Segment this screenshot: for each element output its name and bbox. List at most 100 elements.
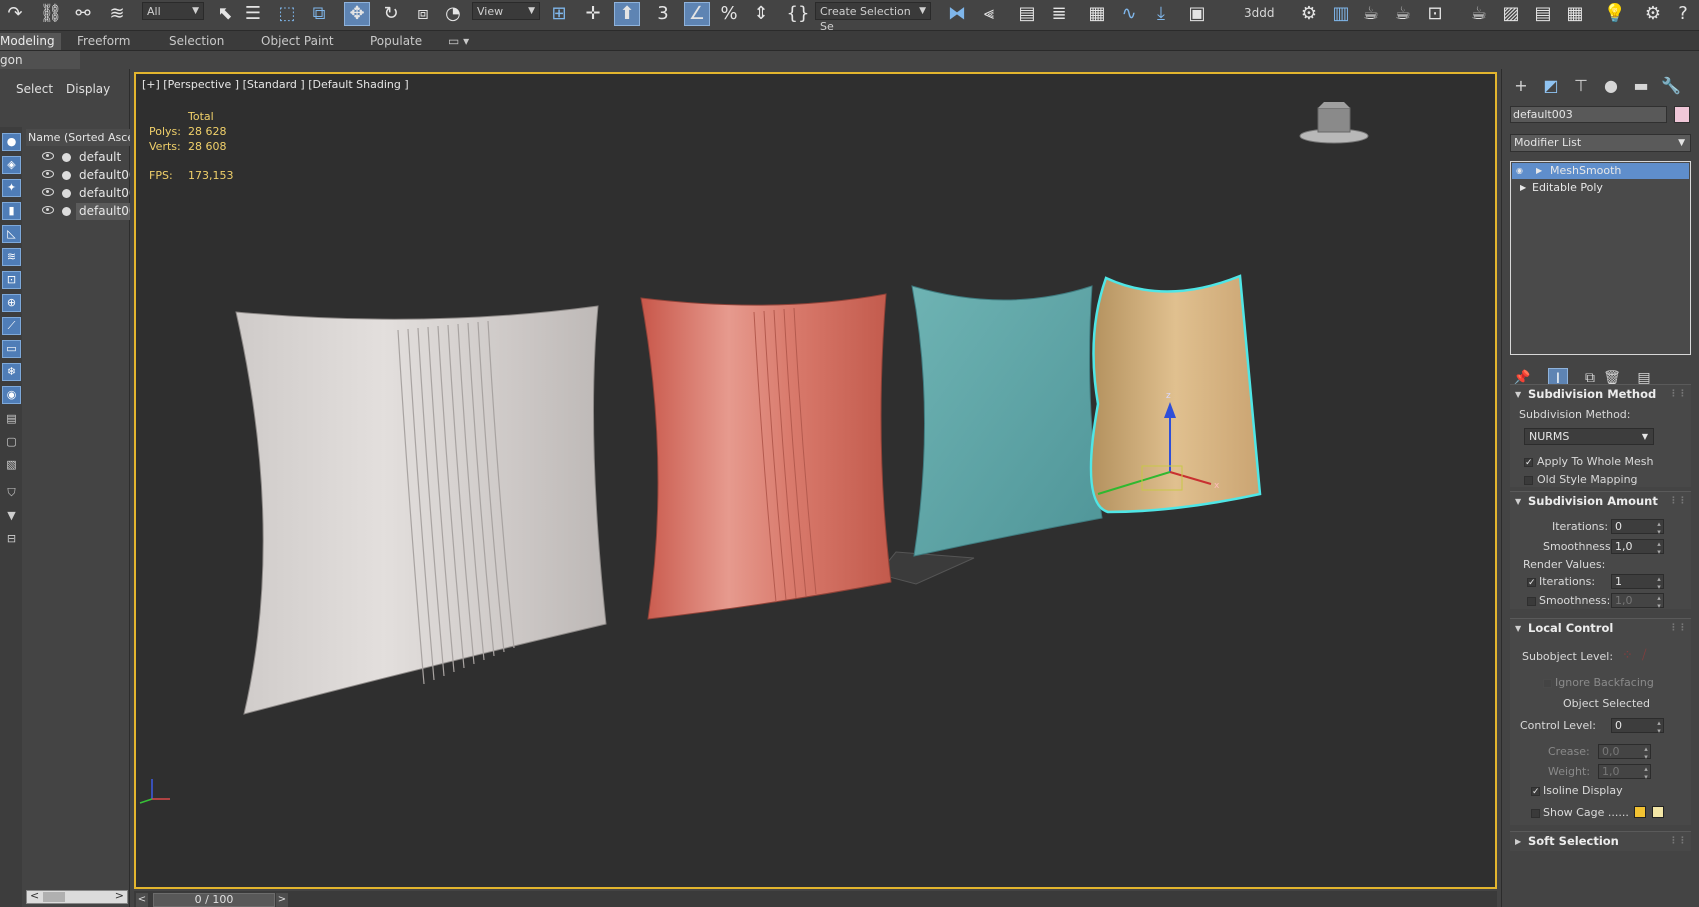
control-level-spinner[interactable]: 0 [1611, 718, 1664, 735]
apply-whole-mesh-checkbox[interactable]: ✓ [1524, 458, 1533, 468]
display-all-icon[interactable]: ▤ [2, 411, 21, 429]
tab-modeling[interactable]: Modeling [0, 33, 61, 50]
align-icon[interactable]: ⫷ [976, 2, 1002, 26]
layer-explorer-icon[interactable]: ≣ [1046, 2, 1072, 26]
display-frozen-icon[interactable]: ❄ [2, 363, 21, 381]
explorer-row-default[interactable]: default [26, 149, 130, 166]
tab-object-paint[interactable]: Object Paint [261, 33, 334, 50]
explorer-horizontal-scrollbar[interactable]: < > [26, 889, 128, 904]
visibility-eye-icon[interactable] [42, 152, 54, 160]
display-lights-icon[interactable]: ✦ [2, 179, 21, 197]
named-selection-sets-dropdown[interactable]: Create Selection Se ▼ [815, 2, 931, 33]
edge-subobject-icon[interactable]: ⧸ [1642, 648, 1646, 663]
rectangular-selection-icon[interactable]: ⬚ [274, 2, 300, 26]
window-crossing-icon[interactable]: ⧉ [306, 2, 332, 26]
display-geometry-icon[interactable]: ● [2, 133, 21, 151]
display-invert-icon[interactable]: ▧ [2, 457, 21, 475]
unlink-icon[interactable]: ⚯ [70, 2, 96, 26]
display-shapes-icon[interactable]: ◈ [2, 156, 21, 174]
workspace-label[interactable]: 3ddd [1244, 6, 1275, 20]
rollout-header[interactable]: ▼ Subdivision Amount ⋮⋮ [1510, 492, 1691, 511]
edit-named-selection-icon[interactable]: {} [785, 2, 811, 26]
snaps-toggle-icon[interactable]: 3 [650, 2, 676, 26]
toggle-ribbon-icon[interactable]: ▦ [1084, 2, 1110, 26]
display-helpers-icon[interactable]: ◺ [2, 225, 21, 243]
display-none-icon[interactable]: ▢ [2, 434, 21, 452]
teal-pillow[interactable] [911, 285, 1103, 557]
display-cameras-icon[interactable]: ▮ [2, 202, 21, 220]
polygon-modeling-label[interactable]: gon Modeling [0, 51, 80, 85]
render-production-icon[interactable]: ☕ [1358, 2, 1384, 26]
stack-item-meshsmooth[interactable]: ◉ ▶ MeshSmooth [1512, 163, 1689, 179]
notes-icon[interactable]: ▤ [1530, 2, 1556, 26]
stack-item-editable-poly[interactable]: ▶ Editable Poly [1512, 180, 1689, 196]
scroll-left-icon[interactable]: < [30, 889, 39, 902]
visibility-eye-icon[interactable]: ◉ [1516, 163, 1523, 179]
keyboard-shortcut-override-icon[interactable]: ⬆ [614, 2, 640, 26]
show-cage-checkbox[interactable] [1531, 809, 1540, 818]
percent-snap-icon[interactable]: % [716, 2, 742, 26]
explorer-row-default001[interactable]: default001 [26, 167, 130, 184]
time-slider-thumb[interactable]: 0 / 100 [153, 893, 275, 907]
object-name-field[interactable]: default003 [1510, 106, 1667, 123]
select-object-icon[interactable]: ⬉ [212, 2, 238, 26]
image-viewer-icon[interactable]: ▨ [1498, 2, 1524, 26]
motion-tab-icon[interactable]: ● [1598, 75, 1624, 97]
schematic-view-icon[interactable]: ⤓ [1148, 2, 1174, 26]
rollout-header[interactable]: ▼ Subdivision Method ⋮⋮ [1510, 385, 1691, 404]
create-tab-icon[interactable]: + [1508, 75, 1534, 97]
viewcube[interactable] [1299, 102, 1369, 144]
mirror-icon[interactable]: ⧓ [944, 2, 970, 26]
select-and-rotate-icon[interactable]: ↻ [378, 2, 404, 26]
rendered-frame-window-icon[interactable]: ▥ [1328, 2, 1354, 26]
render-dot-icon[interactable] [62, 153, 71, 162]
bind-spacewarp-icon[interactable]: ≋ [104, 2, 130, 26]
select-and-place-icon[interactable]: ◔ [440, 2, 466, 26]
scroll-thumb[interactable] [43, 892, 65, 902]
ignore-backfacing-checkbox[interactable] [1543, 679, 1552, 688]
selection-filter-dropdown[interactable]: All ▼ [142, 2, 204, 20]
cage-color-swatch-2[interactable] [1652, 806, 1664, 818]
tab-populate[interactable]: Populate [370, 33, 422, 50]
render-dot-icon[interactable] [62, 171, 71, 180]
utilities-tab-icon[interactable]: 🔧 [1658, 75, 1684, 97]
tan-pillow-selected[interactable] [1089, 274, 1262, 514]
render-setup-icon[interactable]: ⚙ [1296, 2, 1322, 26]
hierarchy-tab-icon[interactable]: ⊤ [1568, 75, 1594, 97]
next-frame-button[interactable]: > [276, 893, 288, 907]
object-color-swatch[interactable] [1674, 106, 1690, 123]
render-dot-icon[interactable] [62, 189, 71, 198]
select-by-name-icon[interactable]: ☰ [240, 2, 266, 26]
display-containers-icon[interactable]: ▭ [2, 340, 21, 358]
scroll-right-icon[interactable]: > [115, 889, 124, 902]
perspective-viewport[interactable]: [+] [Perspective ] [Standard ] [Default … [134, 72, 1497, 889]
spinner-snap-icon[interactable]: ⇕ [748, 2, 774, 26]
smoothness-spinner[interactable]: 1,0 [1611, 539, 1664, 556]
render-iterations-checkbox[interactable]: ✓ [1527, 578, 1536, 588]
pivot-center-icon[interactable]: ⊞ [546, 2, 572, 26]
visibility-eye-icon[interactable] [42, 206, 54, 214]
link-icon[interactable]: ⛓ [38, 2, 64, 26]
modifier-list-dropdown[interactable]: Modifier List ▼ [1510, 134, 1691, 152]
layer-manager-icon[interactable]: ▤ [1014, 2, 1040, 26]
select-manipulate-icon[interactable]: ✛ [580, 2, 606, 26]
render-smoothness-spinner[interactable]: 1,0 [1611, 593, 1664, 610]
isoline-display-checkbox[interactable]: ✓ [1531, 787, 1540, 797]
old-style-mapping-checkbox[interactable] [1524, 476, 1533, 485]
subdivision-method-dropdown[interactable]: NURMS ▼ [1524, 428, 1654, 445]
redo-icon[interactable]: ↷ [2, 2, 28, 26]
explorer-column-header[interactable]: Name (Sorted Ascending) [26, 129, 130, 146]
cage-color-swatch-1[interactable] [1634, 806, 1646, 818]
vertex-subobject-icon[interactable]: ⁘ [1622, 648, 1633, 663]
display-xrefs-icon[interactable]: ⊕ [2, 294, 21, 312]
light-bulb-icon[interactable]: 💡 [1602, 2, 1628, 26]
visibility-eye-icon[interactable] [42, 188, 54, 196]
display-hidden-icon[interactable]: ◉ [2, 386, 21, 404]
select-and-move-icon[interactable]: ✥ [344, 2, 370, 26]
explorer-row-default002[interactable]: default002 [26, 185, 130, 202]
angle-snap-icon[interactable]: ∠ [684, 2, 710, 26]
help-icon[interactable]: ? [1670, 2, 1696, 26]
layer-filter-icon[interactable]: ⊟ [2, 531, 21, 549]
render-iterations-spinner[interactable]: 1 [1611, 574, 1664, 591]
filter-icon[interactable]: ▼ [2, 508, 21, 526]
